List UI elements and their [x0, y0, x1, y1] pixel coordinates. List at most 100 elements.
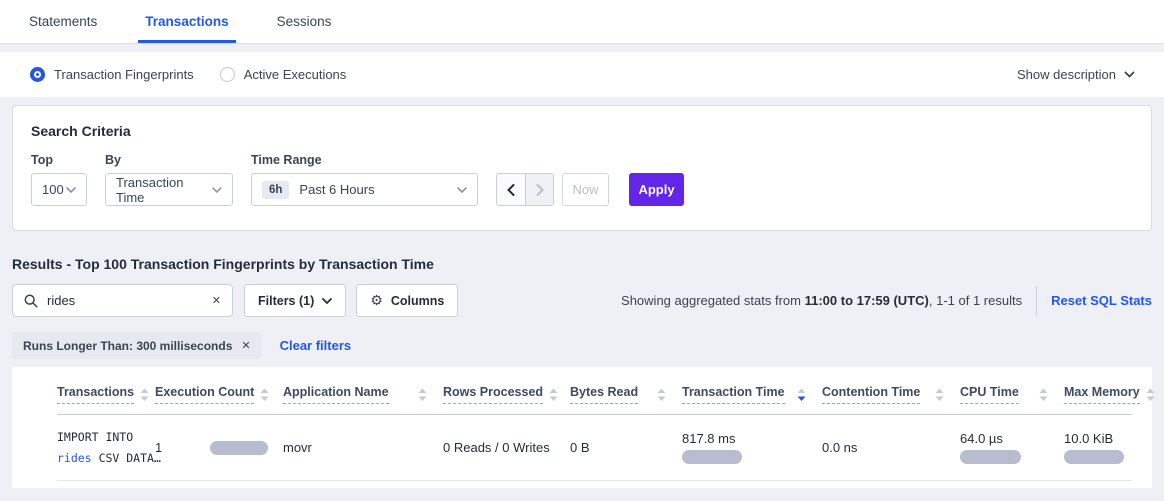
top-select[interactable]: 100: [31, 173, 87, 206]
cell-application-name: movr: [283, 415, 443, 481]
active-filters-row: Runs Longer Than: 300 milliseconds ✕ Cle…: [12, 332, 1152, 359]
clear-search-icon[interactable]: ✕: [212, 294, 221, 307]
column-header-transaction-time[interactable]: Transaction Time: [682, 377, 822, 415]
sort-icon[interactable]: [935, 388, 944, 402]
sort-icon[interactable]: [549, 388, 558, 402]
sort-icon[interactable]: [140, 388, 149, 402]
cpu-time-value: 64.0 µs: [960, 431, 1050, 446]
radio-unselected-icon: [220, 67, 235, 82]
chevron-down-icon: [212, 187, 222, 193]
aggregated-stats-text: Showing aggregated stats from 11:00 to 1…: [621, 293, 1022, 308]
stats-time-range: 11:00 to 17:59 (UTC): [805, 293, 929, 308]
sort-icon[interactable]: [1039, 388, 1048, 402]
max-memory-bar: [1064, 450, 1124, 464]
transaction-link[interactable]: rides: [57, 451, 92, 465]
sort-icon[interactable]: [260, 388, 269, 402]
sort-icon-active-desc[interactable]: [797, 388, 806, 402]
top-label: Top: [31, 153, 87, 167]
chevron-left-icon: [507, 184, 515, 196]
radio-active-executions[interactable]: Active Executions: [220, 67, 347, 82]
cell-rows-processed: 0 Reads / 0 Writes: [443, 415, 570, 481]
search-criteria-panel: Search Criteria Top 100 By Transaction T…: [12, 105, 1152, 231]
column-header-max-memory[interactable]: Max Memory: [1064, 377, 1132, 415]
time-range-badge: 6h: [262, 181, 289, 199]
filters-button[interactable]: Filters (1): [244, 284, 346, 317]
columns-button-label: Columns: [391, 294, 444, 308]
tab-statements[interactable]: Statements: [22, 1, 104, 43]
cell-contention-time: 0.0 ns: [822, 415, 960, 481]
max-memory-value: 10.0 KiB: [1064, 431, 1118, 446]
gear-icon: ⚙: [370, 293, 383, 309]
radio-active-executions-label: Active Executions: [244, 67, 347, 82]
top-field: Top 100: [31, 153, 87, 206]
tab-sessions[interactable]: Sessions: [270, 1, 339, 43]
transactions-table: Transactions Execution Count Application…: [57, 377, 1132, 481]
cell-max-memory: 10.0 KiB: [1064, 415, 1132, 481]
by-select[interactable]: Transaction Time: [105, 173, 233, 206]
stats-suffix: , 1-1 of 1 results: [929, 293, 1022, 308]
show-description-toggle[interactable]: Show description: [1017, 67, 1135, 82]
chevron-down-icon: [322, 298, 332, 304]
filters-button-label: Filters (1): [258, 294, 314, 308]
radio-transaction-fingerprints[interactable]: Transaction Fingerprints: [30, 67, 194, 82]
by-select-value: Transaction Time: [116, 175, 212, 205]
radio-selected-icon: [30, 67, 45, 82]
remove-filter-icon[interactable]: ✕: [241, 339, 250, 352]
cell-execution-count: 1: [155, 415, 283, 481]
time-range-field: Time Range 6h Past 6 Hours: [251, 153, 478, 206]
transaction-statement-line1: IMPORT INTO: [57, 427, 141, 448]
time-range-select[interactable]: 6h Past 6 Hours: [251, 173, 478, 206]
time-step-buttons: [496, 173, 554, 206]
chevron-right-icon: [536, 184, 544, 196]
view-toggle-bar: Transaction Fingerprints Active Executio…: [0, 52, 1164, 97]
chevron-down-icon: [1124, 71, 1135, 78]
stats-prefix: Showing aggregated stats from: [621, 293, 805, 308]
column-header-cpu-time[interactable]: CPU Time: [960, 377, 1064, 415]
search-box[interactable]: ✕: [12, 284, 233, 317]
transaction-time-bar: [682, 450, 742, 464]
reset-sql-stats-link[interactable]: Reset SQL Stats: [1051, 293, 1152, 308]
cell-bytes-read: 0 B: [570, 415, 682, 481]
chevron-down-icon: [66, 187, 76, 193]
column-header-execution-count[interactable]: Execution Count: [155, 377, 283, 415]
vertical-divider: [1036, 286, 1037, 316]
execution-count-bar: [210, 441, 268, 455]
time-range-label: Time Range: [251, 153, 478, 167]
results-heading: Results - Top 100 Transaction Fingerprin…: [12, 256, 1152, 272]
apply-button[interactable]: Apply: [629, 173, 684, 206]
sort-icon[interactable]: [657, 388, 666, 402]
by-field: By Transaction Time: [105, 153, 233, 206]
tab-transactions[interactable]: Transactions: [138, 1, 235, 43]
table-header-row: Transactions Execution Count Application…: [57, 377, 1132, 415]
sort-icon[interactable]: [1146, 388, 1155, 402]
cell-transaction-fingerprint[interactable]: IMPORT INTO rides CSV DATA…: [57, 415, 155, 481]
sort-icon[interactable]: [418, 388, 427, 402]
column-header-application-name[interactable]: Application Name: [283, 377, 443, 415]
cell-cpu-time: 64.0 µs: [960, 415, 1064, 481]
transaction-statement-line2: rides CSV DATA…: [57, 448, 141, 469]
column-header-transactions[interactable]: Transactions: [57, 377, 155, 415]
cpu-time-bar: [960, 450, 1021, 464]
columns-button[interactable]: ⚙ Columns: [356, 284, 458, 317]
filter-chip-label: Runs Longer Than: 300 milliseconds: [23, 339, 232, 353]
search-input[interactable]: [47, 293, 212, 308]
transaction-time-value: 817.8 ms: [682, 431, 808, 446]
results-table-card: Transactions Execution Count Application…: [12, 367, 1152, 488]
radio-transaction-fingerprints-label: Transaction Fingerprints: [54, 67, 194, 82]
chevron-down-icon: [457, 187, 467, 193]
clear-filters-link[interactable]: Clear filters: [280, 338, 352, 353]
column-header-contention-time[interactable]: Contention Time: [822, 377, 960, 415]
cell-transaction-time: 817.8 ms: [682, 415, 822, 481]
search-criteria-title: Search Criteria: [31, 123, 1133, 139]
filter-chip[interactable]: Runs Longer Than: 300 milliseconds ✕: [12, 332, 262, 359]
results-toolbar: ✕ Filters (1) ⚙ Columns Showing aggregat…: [12, 284, 1152, 317]
column-header-bytes-read[interactable]: Bytes Read: [570, 377, 682, 415]
show-description-label: Show description: [1017, 67, 1116, 82]
transaction-statement-rest: CSV DATA…: [99, 451, 161, 465]
time-range-value: Past 6 Hours: [299, 182, 374, 197]
table-row: IMPORT INTO rides CSV DATA… 1 movr 0 Rea…: [57, 415, 1132, 481]
column-header-rows-processed[interactable]: Rows Processed: [443, 377, 570, 415]
previous-time-button[interactable]: [497, 174, 525, 205]
now-button[interactable]: Now: [562, 173, 609, 206]
next-time-button[interactable]: [525, 174, 553, 205]
